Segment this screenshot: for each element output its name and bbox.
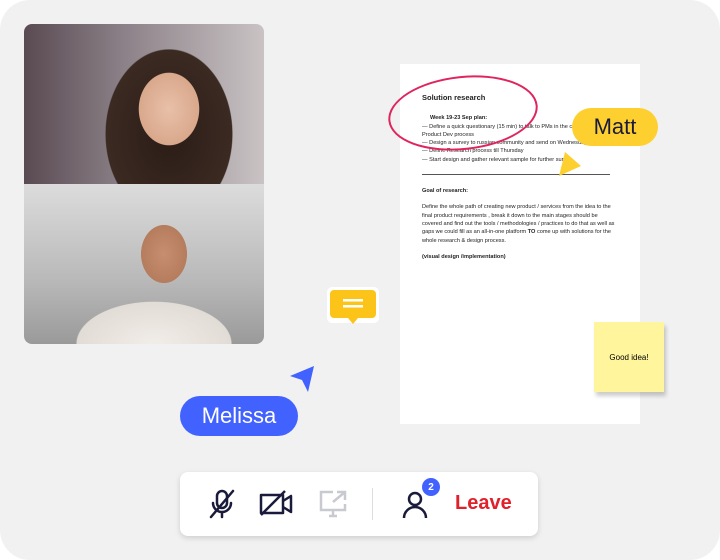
- mic-off-icon[interactable]: [206, 488, 238, 520]
- cursor-label-melissa: Melissa: [180, 396, 298, 436]
- goal-text: Define the whole path of creating new pr…: [422, 204, 615, 244]
- meeting-stage: Solution research Week 19-23 Sep plan: —…: [0, 0, 720, 560]
- screen-share-icon[interactable]: [317, 488, 349, 520]
- camera-off-icon[interactable]: [258, 488, 294, 520]
- comment-icon[interactable]: [326, 286, 380, 326]
- video-tile-participant-1[interactable]: [24, 24, 264, 184]
- task-item: — Start design and gather relevant sampl…: [422, 156, 573, 163]
- cursor-label-matt: Matt: [572, 108, 658, 146]
- divider: [372, 488, 373, 520]
- sticky-note[interactable]: Good idea!: [594, 322, 664, 392]
- cursor-arrow-icon: [559, 152, 581, 176]
- doc-footer: (visual design /implementation): [422, 253, 506, 260]
- call-toolbar: 2 Leave: [180, 472, 538, 536]
- video-tile-participant-2[interactable]: [24, 184, 264, 344]
- participant-count-badge: 2: [422, 478, 440, 496]
- goal-heading: Goal of research:: [422, 188, 469, 195]
- leave-button[interactable]: Leave: [455, 492, 512, 515]
- cursor-arrow-icon: [290, 366, 314, 392]
